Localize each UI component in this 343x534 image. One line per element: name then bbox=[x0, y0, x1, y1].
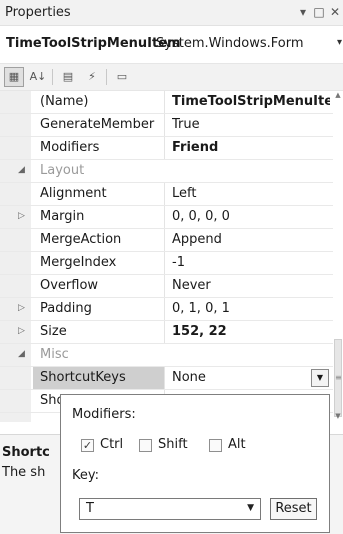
shift-checkbox[interactable] bbox=[139, 439, 152, 452]
property-row[interactable]: GenerateMember True bbox=[0, 114, 333, 137]
description-title: Shortc bbox=[2, 445, 50, 460]
property-name: ShortcutKeys bbox=[33, 367, 164, 389]
property-grid: (Name) TimeToolStripMenuItem GenerateMembe… bbox=[0, 91, 343, 422]
property-value[interactable]: Friend bbox=[172, 140, 330, 155]
property-value[interactable]: Never bbox=[172, 278, 330, 293]
expand-icon[interactable]: ▷ bbox=[18, 326, 25, 336]
check-icon: ✓ bbox=[82, 439, 93, 452]
collapse-icon[interactable]: ◢ bbox=[18, 165, 25, 175]
property-name: Padding bbox=[40, 301, 92, 316]
property-value[interactable]: 152, 22 bbox=[172, 324, 330, 339]
object-selector[interactable]: TimeToolStripMenuItem System.Windows.For… bbox=[0, 34, 343, 56]
property-name: GenerateMember bbox=[40, 117, 155, 132]
property-name: Modifiers bbox=[40, 140, 100, 155]
property-name: Margin bbox=[40, 209, 85, 224]
chevron-down-icon[interactable]: ▼ bbox=[247, 503, 254, 513]
toolbar-separator bbox=[106, 69, 107, 85]
category-name: Misc bbox=[40, 347, 69, 362]
property-row[interactable]: (Name) TimeToolStripMenuItem bbox=[0, 91, 333, 114]
key-select-value: T bbox=[86, 501, 94, 516]
property-row[interactable]: Modifiers Friend bbox=[0, 137, 333, 160]
column-divider bbox=[164, 275, 165, 297]
column-divider bbox=[164, 137, 165, 159]
property-value[interactable]: 0, 1, 0, 1 bbox=[172, 301, 330, 316]
property-name: (Name) bbox=[40, 94, 89, 109]
scroll-up-icon[interactable]: ▲ bbox=[333, 91, 343, 101]
ctrl-label: Ctrl bbox=[100, 437, 124, 452]
property-row[interactable]: MergeAction Append bbox=[0, 229, 333, 252]
category-name: Layout bbox=[40, 163, 85, 178]
property-value[interactable]: None bbox=[172, 370, 330, 385]
collapse-icon[interactable]: ◢ bbox=[18, 349, 25, 359]
property-name: Overflow bbox=[40, 278, 99, 293]
chevron-down-icon[interactable]: ▾ bbox=[337, 37, 342, 48]
property-row[interactable]: ShortcutKeys None ▼ bbox=[0, 367, 333, 390]
property-value[interactable]: True bbox=[172, 117, 330, 132]
property-value[interactable]: Left bbox=[172, 186, 330, 201]
ctrl-checkbox[interactable]: ✓ bbox=[81, 439, 94, 452]
categorized-icon[interactable]: ▦ bbox=[4, 67, 24, 87]
reset-button[interactable]: Reset bbox=[270, 498, 317, 520]
grid-scrollbar[interactable]: ▲ ≡ ▼ bbox=[333, 91, 343, 422]
key-label: Key: bbox=[72, 468, 100, 483]
alt-label: Alt bbox=[228, 437, 246, 452]
restore-icon[interactable]: □ bbox=[313, 4, 325, 20]
property-row[interactable]: ▷ Margin 0, 0, 0, 0 bbox=[0, 206, 333, 229]
title-bar-buttons: ▾ □ ✕ bbox=[297, 4, 341, 20]
property-row[interactable]: ▷ Padding 0, 1, 0, 1 bbox=[0, 298, 333, 321]
property-value[interactable]: -1 bbox=[172, 255, 330, 270]
property-pages-icon[interactable]: ▭ bbox=[112, 67, 132, 87]
scroll-down-icon[interactable]: ▼ bbox=[333, 412, 343, 422]
scroll-grip-icon: ≡ bbox=[335, 373, 342, 382]
properties-title-bar: Properties ▾ □ ✕ bbox=[0, 0, 343, 26]
property-row[interactable]: Alignment Left bbox=[0, 183, 333, 206]
column-divider bbox=[164, 367, 165, 389]
property-name: Size bbox=[40, 324, 67, 339]
value-dropdown-button[interactable]: ▼ bbox=[311, 369, 329, 387]
toolbar-separator bbox=[52, 69, 53, 85]
events-icon[interactable]: ⚡ bbox=[82, 67, 102, 87]
column-divider bbox=[164, 321, 165, 343]
expand-icon[interactable]: ▷ bbox=[18, 303, 25, 313]
object-name: TimeToolStripMenuItem bbox=[6, 36, 181, 51]
expand-icon[interactable]: ▷ bbox=[18, 211, 25, 221]
property-row[interactable]: ▷ Size 152, 22 bbox=[0, 321, 333, 344]
column-divider bbox=[164, 114, 165, 136]
close-icon[interactable]: ✕ bbox=[329, 4, 341, 20]
shift-label: Shift bbox=[158, 437, 188, 452]
column-divider bbox=[164, 91, 165, 113]
property-row[interactable]: MergeIndex -1 bbox=[0, 252, 333, 275]
alphabetical-icon[interactable]: A↓ bbox=[28, 67, 48, 87]
property-name: Alignment bbox=[40, 186, 107, 201]
category-row[interactable]: ◢ Misc bbox=[0, 344, 333, 367]
column-divider bbox=[164, 206, 165, 228]
property-row[interactable]: Overflow Never bbox=[0, 275, 333, 298]
column-divider bbox=[164, 298, 165, 320]
properties-toolbar: ▦ A↓ ▤ ⚡ ▭ bbox=[0, 63, 343, 91]
column-divider bbox=[164, 229, 165, 251]
category-row[interactable]: ◢ Layout bbox=[0, 160, 333, 183]
property-name: MergeIndex bbox=[40, 255, 117, 270]
property-value[interactable]: TimeToolStripMenuItem bbox=[172, 94, 330, 109]
property-value[interactable]: Append bbox=[172, 232, 330, 247]
modifiers-label: Modifiers: bbox=[72, 407, 136, 422]
properties-icon[interactable]: ▤ bbox=[58, 67, 78, 87]
property-value[interactable]: 0, 0, 0, 0 bbox=[172, 209, 330, 224]
column-divider bbox=[164, 183, 165, 205]
description-text: The sh bbox=[2, 465, 46, 480]
pin-icon[interactable]: ▾ bbox=[297, 4, 309, 20]
column-divider bbox=[164, 252, 165, 274]
property-name: MergeAction bbox=[40, 232, 122, 247]
shortcut-keys-editor: Modifiers: ✓ Ctrl Shift Alt Key: T ▼ Res… bbox=[60, 394, 330, 533]
window-title: Properties bbox=[5, 5, 71, 20]
object-type: System.Windows.Form bbox=[156, 36, 304, 51]
alt-checkbox[interactable] bbox=[209, 439, 222, 452]
key-select[interactable]: T ▼ bbox=[79, 498, 261, 520]
